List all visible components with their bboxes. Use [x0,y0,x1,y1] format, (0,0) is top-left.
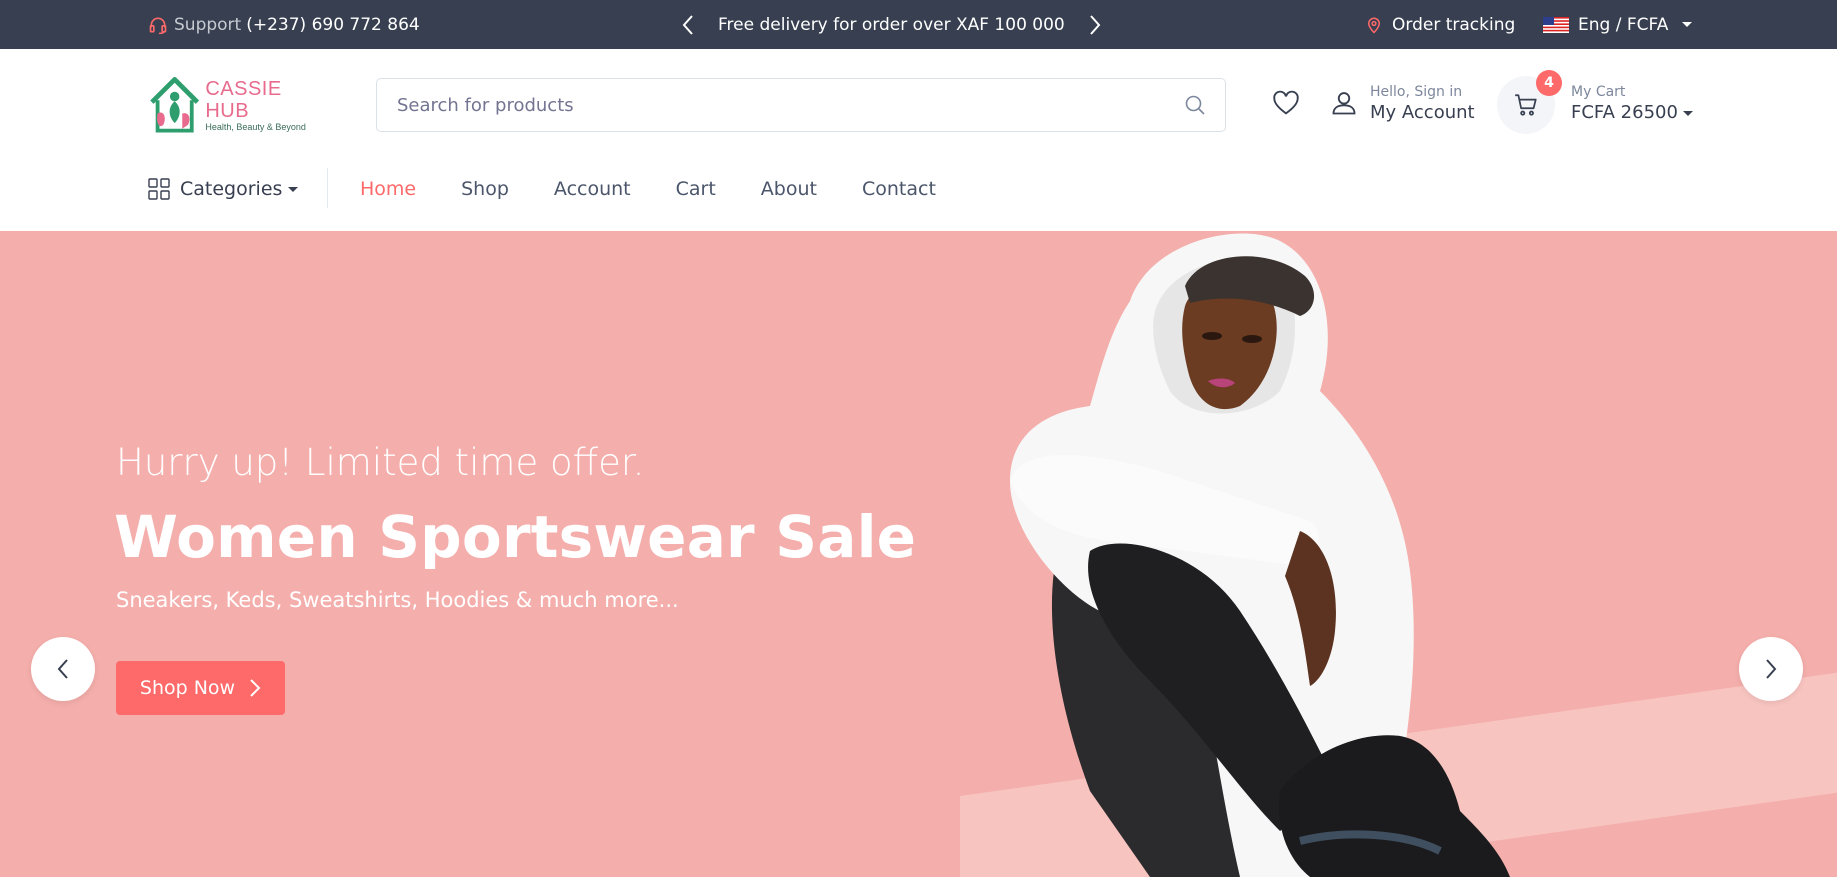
language-currency-dropdown[interactable]: Eng / FCFA [1543,0,1693,49]
chevron-right-icon [250,679,261,697]
nav-item-home[interactable]: Home [360,178,416,200]
hero-description: Sneakers, Keds, Sweatshirts, Hoodies & m… [116,588,679,612]
order-tracking-link[interactable]: Order tracking [1365,0,1515,49]
support-contact[interactable]: Support (+237) 690 772 864 [148,0,420,49]
user-icon[interactable] [1330,89,1358,117]
promo-text: Free delivery for order over XAF 100 000 [718,14,1065,35]
nav-item-about[interactable]: About [761,178,817,200]
cart-total: FCFA 26500 [1571,102,1678,123]
carousel-next-button[interactable] [1739,637,1803,701]
hero-subtitle: Hurry up! Limited time offer. [116,441,645,484]
top-bar: Support (+237) 690 772 864 Free delivery… [0,0,1837,49]
map-pin-icon [1367,17,1381,34]
shop-now-button[interactable]: Shop Now [116,661,285,715]
brand-name: CASSIE HUB [205,77,282,122]
nav-item-contact[interactable]: Contact [862,178,936,200]
carousel-prev-button[interactable] [31,637,95,701]
chevron-left-icon [57,659,68,679]
caret-down-icon [1682,110,1693,116]
nav-divider [327,168,328,208]
categories-label: Categories [180,178,283,200]
headset-icon [149,17,167,34]
heart-icon[interactable] [1272,90,1300,118]
shop-now-label: Shop Now [139,677,236,699]
search-icon[interactable] [1183,93,1207,117]
nav-item-cart[interactable]: Cart [676,178,716,200]
promo-carousel: Free delivery for order over XAF 100 000 [680,0,1103,49]
brand-logo[interactable]: CASSIE HUB Health, Beauty & Beyond [150,74,325,136]
cassie-hub-logo-icon [150,77,200,133]
brand-tagline: Health, Beauty & Beyond [205,121,306,132]
account-greeting: Hello, Sign in [1370,84,1463,100]
chevron-left-icon[interactable] [680,14,696,36]
main-nav: Home Shop Account Cart About Contact [360,174,981,204]
hero-banner: Hurry up! Limited time offer. Women Spor… [0,231,1837,877]
hero-model-image [1010,233,1510,877]
cart-count-badge: 4 [1536,70,1562,96]
language-currency-label: Eng / FCFA [1578,14,1669,35]
chevron-right-icon [1766,659,1777,679]
account-label: My Account [1370,102,1475,123]
support-phone[interactable]: (+237) 690 772 864 [246,15,420,35]
cart-total-wrapper: FCFA 26500 [1571,101,1693,125]
support-label: Support [174,14,242,35]
chevron-right-icon[interactable] [1087,14,1103,36]
search-bar [376,78,1226,132]
account-link[interactable]: Hello, Sign in My Account [1370,83,1475,125]
order-tracking-label: Order tracking [1392,14,1516,35]
nav-item-account[interactable]: Account [554,178,631,200]
cart-summary[interactable]: My Cart FCFA 26500 [1571,83,1693,125]
hero-title: Women Sportswear Sale [114,503,917,571]
cart-label: My Cart [1571,84,1626,100]
categories-dropdown[interactable]: Categories [148,174,299,204]
grid-icon [148,178,170,200]
nav-item-shop[interactable]: Shop [461,178,509,200]
caret-down-icon [1682,22,1693,27]
caret-down-icon [288,186,299,192]
cart-icon [1515,94,1537,116]
us-flag-icon [1543,16,1569,33]
search-input[interactable] [377,79,1183,131]
